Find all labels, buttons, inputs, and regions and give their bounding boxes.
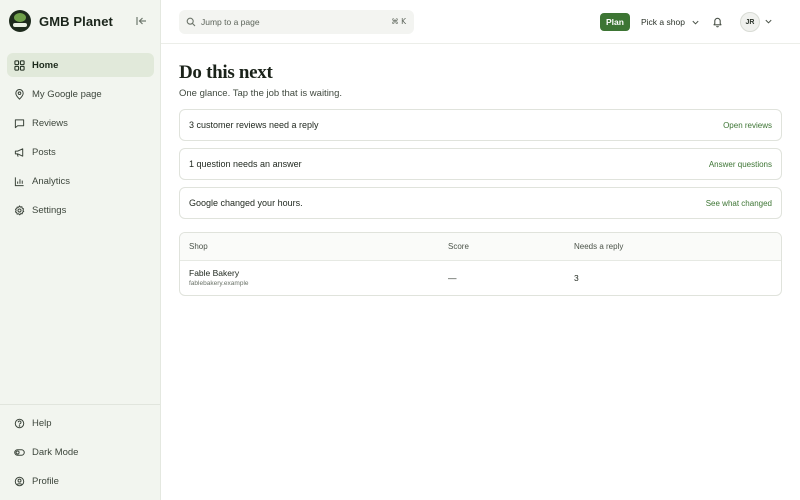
sidebar-item-label: Analytics	[32, 175, 71, 187]
search-icon	[186, 17, 196, 27]
see-what-changed-link[interactable]: See what changed	[706, 199, 772, 208]
sidebar-item-profile[interactable]: Profile	[7, 469, 154, 493]
toggle-icon	[14, 448, 25, 456]
sidebar: GMB Planet Home My Google page Reviews P…	[0, 0, 161, 500]
column-header-score: Score	[448, 242, 469, 251]
shop-picker-label: Pick a shop	[641, 17, 685, 27]
topbar: Jump to a page ⌘ K Plan Pick a shop JR	[161, 0, 800, 44]
sidebar-item-label: Posts	[32, 146, 56, 158]
chevron-down-icon[interactable]	[764, 17, 773, 26]
task-card-questions[interactable]: 1 question needs an answer Answer questi…	[179, 148, 782, 180]
column-header-needs-reply: Needs a reply	[574, 242, 624, 251]
search-input[interactable]: Jump to a page ⌘ K	[179, 10, 414, 34]
plan-button[interactable]: Plan	[600, 13, 630, 31]
sidebar-item-analytics[interactable]: Analytics	[7, 169, 154, 193]
grid-icon	[14, 59, 25, 71]
sidebar-item-label: Settings	[32, 204, 67, 216]
sidebar-item-home[interactable]: Home	[7, 53, 154, 77]
bell-icon[interactable]	[712, 16, 723, 28]
open-reviews-link[interactable]: Open reviews	[723, 121, 772, 130]
map-pin-icon	[15, 88, 24, 100]
sidebar-item-label: My Google page	[32, 88, 102, 100]
task-text: 1 question needs an answer	[189, 159, 302, 169]
sidebar-item-dark-mode[interactable]: Dark Mode	[7, 440, 154, 464]
shop-name: Fable Bakery	[189, 268, 240, 278]
search-placeholder: Jump to a page	[201, 17, 260, 27]
gear-icon	[14, 204, 25, 215]
shop-domain: fablebakery.example	[189, 280, 249, 287]
bar-chart-icon	[14, 176, 24, 186]
megaphone-icon	[14, 147, 24, 157]
sidebar-item-settings[interactable]: Settings	[7, 198, 154, 222]
task-card-reviews[interactable]: 3 customer reviews need a reply Open rev…	[179, 109, 782, 141]
sidebar-item-label: Help	[32, 417, 52, 429]
table-header: Shop Score Needs a reply	[180, 233, 781, 261]
column-header-shop: Shop	[189, 242, 208, 251]
sidebar-item-label: Profile	[32, 475, 59, 487]
sidebar-divider	[0, 404, 160, 405]
sidebar-item-posts[interactable]: Posts	[7, 140, 154, 164]
shops-table: Shop Score Needs a reply Fable Bakery fa…	[179, 232, 782, 296]
task-text: Google changed your hours.	[189, 198, 303, 208]
task-card-hours[interactable]: Google changed your hours. See what chan…	[179, 187, 782, 219]
sidebar-item-help[interactable]: Help	[7, 411, 154, 435]
page-title: Do this next	[179, 62, 273, 83]
sidebar-bottom-nav: Help Dark Mode Profile	[7, 411, 154, 498]
help-circle-icon	[14, 418, 25, 428]
collapse-sidebar-icon[interactable]	[134, 14, 148, 28]
shop-score: —	[448, 273, 457, 283]
sidebar-nav: Home My Google page Reviews Posts Analyt…	[7, 53, 154, 227]
search-shortcut: ⌘ K	[391, 17, 406, 26]
avatar[interactable]: JR	[740, 12, 760, 32]
sidebar-item-my-google-page[interactable]: My Google page	[7, 82, 154, 106]
shop-picker[interactable]: Pick a shop	[641, 13, 700, 31]
brand[interactable]: GMB Planet	[9, 10, 113, 32]
table-row[interactable]: Fable Bakery fablebakery.example — 3	[180, 261, 781, 295]
brand-name: GMB Planet	[39, 13, 113, 29]
sidebar-item-reviews[interactable]: Reviews	[7, 111, 154, 135]
answer-questions-link[interactable]: Answer questions	[709, 160, 772, 169]
message-square-icon	[14, 118, 25, 128]
chevron-down-icon	[692, 20, 699, 25]
task-text: 3 customer reviews need a reply	[189, 120, 319, 130]
page-subtitle: One glance. Tap the job that is waiting.	[179, 88, 343, 99]
sidebar-item-label: Home	[32, 59, 59, 71]
sidebar-item-label: Dark Mode	[32, 446, 79, 458]
brand-logo	[9, 10, 31, 32]
sidebar-item-label: Reviews	[32, 117, 68, 129]
shop-needs-reply: 3	[574, 273, 579, 283]
user-icon	[14, 476, 25, 486]
